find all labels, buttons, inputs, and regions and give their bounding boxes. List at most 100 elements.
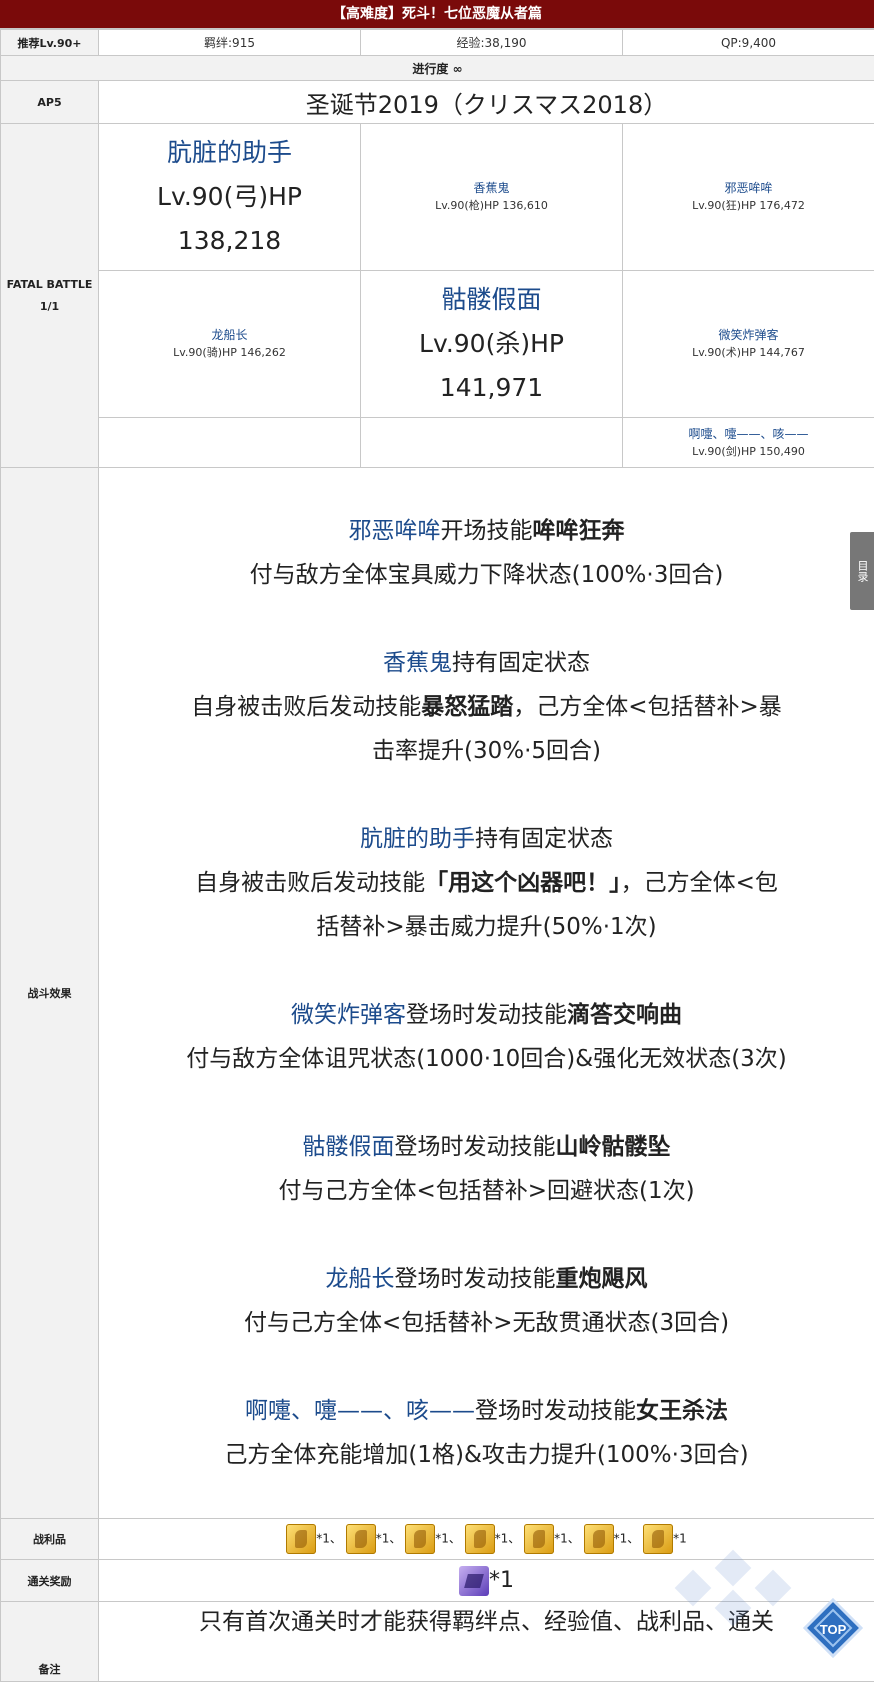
- effect-trigger: 登场时发动技能: [395, 1134, 556, 1160]
- loot-item: *1、: [584, 1524, 640, 1554]
- battle-label: FATAL BATTLE 1/1: [1, 124, 99, 468]
- material-icon[interactable]: [286, 1524, 316, 1554]
- loot-item: *1: [643, 1524, 687, 1554]
- clear-reward-label: 通关奖励: [1, 1560, 99, 1602]
- enemy-stats: Lv.90(狂)HP 176,472: [623, 197, 874, 215]
- effect-block: 肮脏的助手持有固定状态 自身被击败后发动技能「用这个凶器吧！」，己方全体<包 括…: [103, 817, 870, 949]
- loot-item: *1、: [465, 1524, 521, 1554]
- effect-enemy-link[interactable]: 骷髅假面: [303, 1134, 395, 1160]
- effect-skill: 山岭骷髅坠: [556, 1134, 671, 1160]
- effect-trigger: 持有固定状态: [452, 650, 590, 676]
- effect-desc: 付与己方全体<包括替补>回避状态(1次): [103, 1169, 870, 1213]
- enemy-stats: Lv.90(弓)HP: [99, 175, 360, 219]
- ap-label: AP5: [1, 81, 99, 124]
- enemy-cell-3: 邪恶哞哞 Lv.90(狂)HP 176,472: [623, 124, 874, 271]
- loot-count: *1、: [435, 1532, 461, 1546]
- clear-reward-cell: *1: [99, 1560, 874, 1602]
- enemy-name-link[interactable]: 啊嚏、嚏——、咳——: [623, 425, 874, 443]
- quest-page: 【高难度】死斗！七位恶魔从者篇 推荐Lv.90+ 羁绊:915 经验:38,19…: [0, 0, 874, 1682]
- enemy-cell-1: 肮脏的助手 Lv.90(弓)HP 138,218: [99, 124, 361, 271]
- effect-trigger: 登场时发动技能: [395, 1266, 556, 1292]
- effect-block: 龙船长登场时发动技能重炮飓风 付与己方全体<包括替补>无敌贯通状态(3回合): [103, 1257, 870, 1345]
- enemy-cell-empty: [361, 418, 623, 468]
- effect-trigger: 持有固定状态: [475, 826, 613, 852]
- loot-count: *1、: [614, 1532, 640, 1546]
- effect-enemy-link[interactable]: 肮脏的助手: [360, 826, 475, 852]
- effect-enemy-link[interactable]: 邪恶哞哞: [349, 518, 441, 544]
- note-label: 备注: [1, 1602, 99, 1682]
- effect-skill: 女王杀法: [636, 1398, 728, 1424]
- effect-block: 邪恶哞哞开场技能哞哞狂奔 付与敌方全体宝具威力下降状态(100%·3回合): [103, 509, 870, 597]
- enemy-stats: Lv.90(剑)HP 150,490: [623, 443, 874, 461]
- event-name: 圣诞节2019（クリスマス2018）: [99, 81, 874, 124]
- enemy-stats: Lv.90(枪)HP 136,610: [361, 197, 622, 215]
- effect-enemy-link[interactable]: 龙船长: [326, 1266, 395, 1292]
- effect-desc: ，己方全体<包括替补>暴: [513, 694, 782, 720]
- exp-value: 经验:38,190: [361, 30, 623, 56]
- enemy-name-link[interactable]: 邪恶哞哞: [623, 179, 874, 197]
- effect-desc: 自身被击败后发动技能: [195, 870, 425, 896]
- enemy-stats: Lv.90(骑)HP 146,262: [99, 344, 360, 362]
- toc-tab[interactable]: 目录: [850, 532, 874, 610]
- loot-count: *1、: [554, 1532, 580, 1546]
- back-to-top-button[interactable]: TOP: [803, 1598, 863, 1658]
- effect-desc: 付与敌方全体诅咒状态(1000·10回合)&强化无效状态(3次): [103, 1037, 870, 1081]
- loot-cell: *1、 *1、 *1、 *1、 *1、 *1、 *1: [99, 1519, 874, 1560]
- enemy-name-link[interactable]: 龙船长: [99, 326, 360, 344]
- material-icon[interactable]: [465, 1524, 495, 1554]
- enemy-cell-empty: [99, 418, 361, 468]
- effect-skill: 「用这个凶器吧！」: [425, 870, 621, 896]
- effect-desc: ，己方全体<包: [621, 870, 778, 896]
- reward-count: *1: [489, 1568, 514, 1593]
- material-icon[interactable]: [524, 1524, 554, 1554]
- enemy-name-link[interactable]: 香蕉鬼: [361, 179, 622, 197]
- effect-skill: 暴怒猛踏: [421, 694, 513, 720]
- note-text: 只有首次通关时才能获得羁绊点、经验值、战利品、通关: [99, 1602, 874, 1642]
- material-icon[interactable]: [405, 1524, 435, 1554]
- note-cell: 只有首次通关时才能获得羁绊点、经验值、战利品、通关: [99, 1602, 874, 1682]
- note-label-text: 备注: [39, 1663, 61, 1676]
- effect-desc: 付与敌方全体宝具威力下降状态(100%·3回合): [103, 553, 870, 597]
- effect-desc: 括替补>暴击威力提升(50%·1次): [103, 905, 870, 949]
- material-icon[interactable]: [643, 1524, 673, 1554]
- effect-block: 微笑炸弹客登场时发动技能滴答交响曲 付与敌方全体诅咒状态(1000·10回合)&…: [103, 993, 870, 1081]
- enemy-cell-4: 龙船长 Lv.90(骑)HP 146,262: [99, 271, 361, 418]
- enemy-cell-5: 骷髅假面 Lv.90(杀)HP 141,971: [361, 271, 623, 418]
- quest-info-table: 推荐Lv.90+ 羁绊:915 经验:38,190 QP:9,400 进行度 ∞…: [0, 29, 874, 1682]
- bond-value: 羁绊:915: [99, 30, 361, 56]
- enemy-cell-2: 香蕉鬼 Lv.90(枪)HP 136,610: [361, 124, 623, 271]
- effect-trigger: 登场时发动技能: [406, 1002, 567, 1028]
- effect-skill: 哞哞狂奔: [533, 518, 625, 544]
- quest-title: 【高难度】死斗！七位恶魔从者篇: [0, 0, 874, 29]
- enemy-cell-6: 微笑炸弹客 Lv.90(术)HP 144,767: [623, 271, 874, 418]
- loot-item: *1、: [286, 1524, 342, 1554]
- loot-item: *1、: [405, 1524, 461, 1554]
- effect-enemy-link[interactable]: 微笑炸弹客: [291, 1002, 406, 1028]
- effect-skill: 滴答交响曲: [567, 1002, 682, 1028]
- loot-count: *1、: [316, 1532, 342, 1546]
- battle-label-text: FATAL BATTLE 1/1: [7, 278, 93, 313]
- reward-item-icon[interactable]: [459, 1566, 489, 1596]
- effect-skill: 重炮飓风: [556, 1266, 648, 1292]
- effect-enemy-link[interactable]: 香蕉鬼: [383, 650, 452, 676]
- enemy-cell-7: 啊嚏、嚏——、咳—— Lv.90(剑)HP 150,490: [623, 418, 874, 468]
- loot-count: *1: [673, 1532, 687, 1546]
- effect-desc: 击率提升(30%·5回合): [103, 729, 870, 773]
- enemy-name-link[interactable]: 微笑炸弹客: [623, 326, 874, 344]
- top-button-label: TOP: [820, 1622, 847, 1637]
- effect-desc: 己方全体充能增加(1格)&攻击力提升(100%·3回合): [103, 1433, 870, 1477]
- effect-block: 啊嚏、嚏——、咳——登场时发动技能女王杀法 己方全体充能增加(1格)&攻击力提升…: [103, 1389, 870, 1477]
- enemy-name-link[interactable]: 肮脏的助手: [99, 131, 360, 175]
- loot-item: *1、: [346, 1524, 402, 1554]
- material-icon[interactable]: [346, 1524, 376, 1554]
- loot-label: 战利品: [1, 1519, 99, 1560]
- effect-enemy-link[interactable]: 啊嚏、嚏——、咳——: [245, 1398, 475, 1424]
- recommend-level: 推荐Lv.90+: [1, 30, 99, 56]
- material-icon[interactable]: [584, 1524, 614, 1554]
- loot-item: *1、: [524, 1524, 580, 1554]
- progress-label: 进行度 ∞: [1, 56, 874, 81]
- effect-block: 香蕉鬼持有固定状态 自身被击败后发动技能暴怒猛踏，己方全体<包括替补>暴 击率提…: [103, 641, 870, 773]
- enemy-name-link[interactable]: 骷髅假面: [361, 278, 622, 322]
- loot-count: *1、: [495, 1532, 521, 1546]
- effect-trigger: 登场时发动技能: [475, 1398, 636, 1424]
